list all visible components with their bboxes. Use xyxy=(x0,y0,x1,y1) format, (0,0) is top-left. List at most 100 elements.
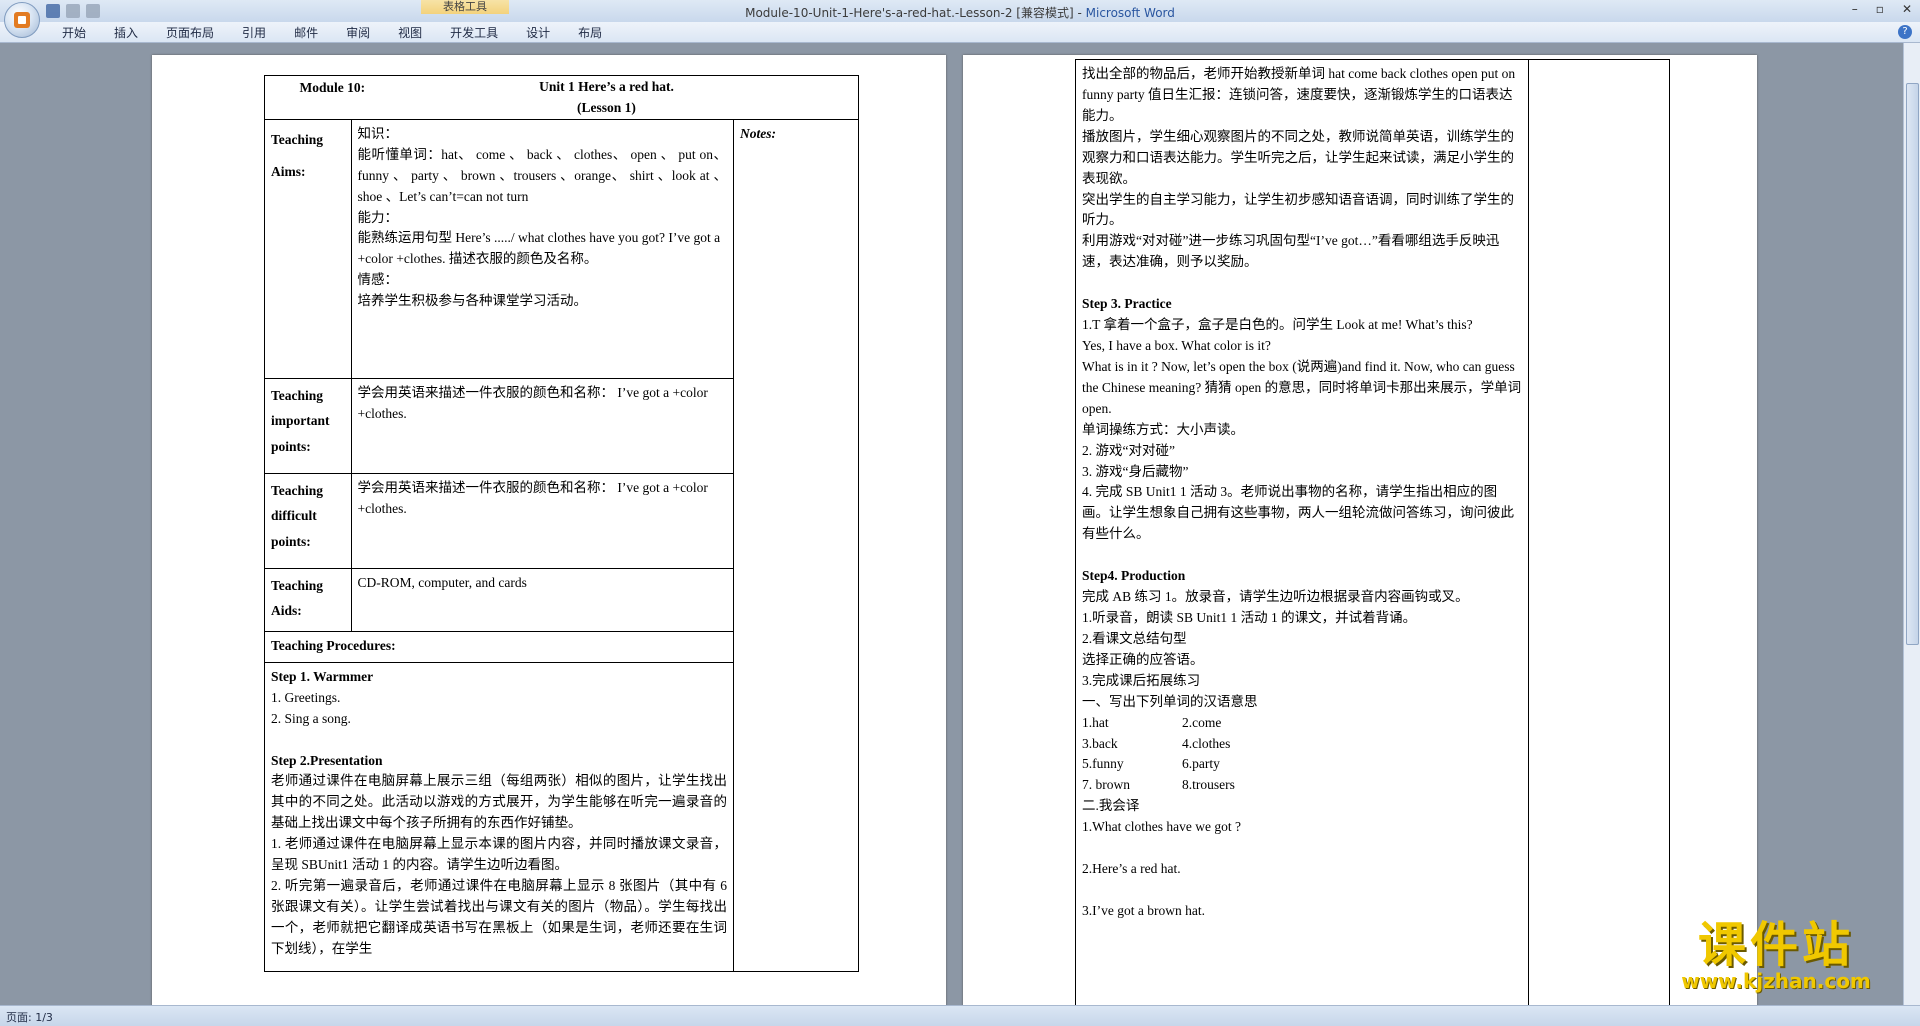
procedure-content-cell[interactable]: 找出全部的物品后，老师开始教授新单词 hat come back clothes… xyxy=(1075,59,1529,1005)
step-line: What is in it ? Now, let’s open the box … xyxy=(1082,358,1522,416)
row-content-cell[interactable]: 学会用英语来描述一件衣服的颜色和名称： I’ve got a +color +c… xyxy=(350,472,734,569)
row-label-cell[interactable]: Teaching important points: xyxy=(264,377,352,474)
step-title: Step 2.Presentation xyxy=(271,752,383,768)
row-label: Teaching Aids: xyxy=(271,577,324,619)
step-line: 2. 听完第一遍录音后，老师通过课件在电脑屏幕上显示 8 张图片（其中有 6 张… xyxy=(271,878,727,956)
vocab-item: 1.hat xyxy=(1082,714,1109,730)
document-name: Module-10-Unit-1-Here's-a-red-hat.-Lesso… xyxy=(745,6,1086,20)
header-cell[interactable]: Module 10: Unit 1 Here’s a red hat. (Les… xyxy=(264,75,859,120)
vertical-scrollbar[interactable] xyxy=(1903,43,1920,1005)
help-icon[interactable]: ? xyxy=(1898,25,1912,39)
redo-icon[interactable] xyxy=(86,4,100,18)
step-item: 2. Sing a song. xyxy=(271,710,351,726)
step-line: 1.T 拿着一个盒子，盒子是白色的。问学生 Look at me! What’s… xyxy=(1082,317,1473,333)
aims-line: 情感： xyxy=(357,272,399,288)
step-line: 2.看课文总结句型 xyxy=(1082,630,1187,646)
quick-access-toolbar xyxy=(46,3,100,19)
tab-design[interactable]: 设计 xyxy=(512,24,564,41)
window-controls: – ▫ ✕ xyxy=(1852,2,1912,16)
page-count[interactable]: 页面: 1/3 xyxy=(6,1009,53,1025)
step-line: 利用游戏“对对碰”进一步练习巩固句型“I’ve got…”看看哪组选手反映迅速，… xyxy=(1082,233,1500,270)
vocab-item: 6.party xyxy=(1182,756,1220,772)
step-item: 1. Greetings. xyxy=(271,689,341,705)
table-row: Module 10: Unit 1 Here’s a red hat. (Les… xyxy=(264,75,859,120)
translate-item: 2.Here’s a red hat. xyxy=(1082,861,1181,877)
page-1: Module 10: Unit 1 Here’s a red hat. (Les… xyxy=(152,55,946,1005)
steps-cell[interactable]: Step 1. Warmmer 1. Greetings. 2. Sing a … xyxy=(264,661,734,972)
status-bar: 页面: 1/3 xyxy=(0,1005,1920,1026)
vocab-item: 3.back xyxy=(1082,735,1118,751)
aims-line: 能力： xyxy=(357,209,399,225)
lesson-plan-table-continued: 找出全部的物品后，老师开始教授新单词 hat come back clothes… xyxy=(1075,59,1671,1005)
tab-view[interactable]: 视图 xyxy=(384,24,436,41)
step-title: Step 3. Practice xyxy=(1082,296,1172,312)
tab-developer[interactable]: 开发工具 xyxy=(436,24,512,41)
window-title: Module-10-Unit-1-Here's-a-red-hat.-Lesso… xyxy=(0,4,1920,21)
watermark-text: 课件站 xyxy=(1697,917,1854,973)
step-line: 突出学生的自主学习能力，让学生初步感知语音语调，同时训练了学生的听力。 xyxy=(1082,191,1514,228)
row-content-cell[interactable]: 学会用英语来描述一件衣服的颜色和名称： I’ve got a +color +c… xyxy=(350,377,734,474)
step-line: 4. 完成 SB Unit1 1 活动 3。老师说出事物的名称，请学生指出相应的… xyxy=(1082,484,1514,542)
row-label: Teaching important points: xyxy=(271,387,330,455)
title-bar: Module-10-Unit-1-Here's-a-red-hat.-Lesso… xyxy=(0,0,1920,22)
step-line: 找出全部的物品后，老师开始教授新单词 hat come back clothes… xyxy=(1082,66,1516,123)
table-tools-context-label: 表格工具 xyxy=(421,0,509,14)
tab-references[interactable]: 引用 xyxy=(228,24,280,41)
tab-page-layout[interactable]: 页面布局 xyxy=(152,24,228,41)
row-content-cell[interactable]: 知识： 能听懂单词：hat、 come 、 back 、 clothes、 op… xyxy=(350,118,734,379)
close-button[interactable]: ✕ xyxy=(1902,2,1912,16)
row-content-cell[interactable]: CD-ROM, computer, and cards xyxy=(350,567,734,632)
step-line: 1.听录音，朗读 SB Unit1 1 活动 1 的课文，并试着背诵。 xyxy=(1082,609,1417,625)
step-line: 选择正确的应答语。 xyxy=(1082,651,1204,667)
aids-text: CD-ROM, computer, and cards xyxy=(357,574,527,590)
aims-line: 培养学生积极参与各种课堂学习活动。 xyxy=(357,293,588,309)
step-title: Step4. Production xyxy=(1082,568,1186,584)
aims-line: 知识： xyxy=(357,125,399,141)
tab-review[interactable]: 审阅 xyxy=(332,24,384,41)
page-2: 找出全部的物品后，老师开始教授新单词 hat come back clothes… xyxy=(963,55,1757,1005)
procedures-label: Teaching Procedures: xyxy=(271,637,396,653)
step-line: 完成 AB 练习 1。放录音，请学生边听边根据录音内容画钩或叉。 xyxy=(1082,589,1469,605)
minimize-button[interactable]: – xyxy=(1852,2,1858,16)
translate-item: 3.I’ve got a brown hat. xyxy=(1082,902,1205,918)
tab-layout[interactable]: 布局 xyxy=(564,24,616,41)
step-line: 2. 游戏“对对碰” xyxy=(1082,442,1175,458)
notes-cell[interactable]: Notes: xyxy=(732,118,860,972)
row-label-cell[interactable]: Teaching Aids: xyxy=(264,567,352,632)
translate-item: 1.What clothes have we got ? xyxy=(1082,819,1241,835)
step-line: 3. 游戏“身后藏物” xyxy=(1082,463,1189,479)
step-line: 3.完成课后拓展练习 xyxy=(1082,672,1201,688)
tab-mailings[interactable]: 邮件 xyxy=(280,24,332,41)
site-watermark: 课件站 www.kjzhan.com xyxy=(1656,905,1896,993)
tab-insert[interactable]: 插入 xyxy=(100,24,152,41)
watermark-url: www.kjzhan.com xyxy=(1681,969,1871,993)
ribbon-tabs: 开始 插入 页面布局 引用 邮件 审阅 视图 开发工具 设计 布局 xyxy=(48,24,616,41)
scrollbar-thumb[interactable] xyxy=(1906,83,1919,645)
step-line: Yes, I have a box. What color is it? xyxy=(1082,337,1271,353)
vocab-item: 7. brown xyxy=(1082,777,1130,793)
maximize-button[interactable]: ▫ xyxy=(1876,2,1884,16)
lesson-plan-table: Module 10: Unit 1 Here’s a red hat. (Les… xyxy=(264,75,860,972)
office-button[interactable] xyxy=(4,2,40,38)
vocab-item: 5.funny xyxy=(1082,756,1124,772)
save-icon[interactable] xyxy=(46,4,60,18)
row-label-cell[interactable]: Teaching Aims: xyxy=(264,118,352,379)
difficult-points-text: 学会用英语来描述一件衣服的颜色和名称： I’ve got a +color +c… xyxy=(357,479,708,516)
table-row: 找出全部的物品后，老师开始教授新单词 hat come back clothes… xyxy=(1075,59,1671,1005)
step-line: 1. 老师通过课件在电脑屏幕上显示本课的图片内容，并同时播放课文录音，呈现 SB… xyxy=(271,836,727,873)
tab-home[interactable]: 开始 xyxy=(48,24,100,41)
ribbon: 开始 插入 页面布局 引用 邮件 审阅 视图 开发工具 设计 布局 ? xyxy=(0,22,1920,43)
app-name: Microsoft Word xyxy=(1085,6,1175,20)
notes-cell[interactable] xyxy=(1527,59,1671,1005)
vocab-item: 4.clothes xyxy=(1182,735,1231,751)
step-line: 一、写出下列单词的汉语意思 xyxy=(1082,693,1258,709)
important-points-text: 学会用英语来描述一件衣服的颜色和名称： I’ve got a +color +c… xyxy=(357,384,708,421)
row-label-cell[interactable]: Teaching difficult points: xyxy=(264,472,352,569)
row-label: Teaching difficult points: xyxy=(271,482,324,550)
row-label: Teaching Aims: xyxy=(271,131,324,180)
procedures-cell[interactable]: Teaching Procedures: xyxy=(264,630,734,663)
undo-icon[interactable] xyxy=(66,4,80,18)
notes-label: Notes: xyxy=(739,125,776,141)
module-title: Module 10: xyxy=(299,79,366,95)
step-line: 单词操练方式：大小声读。 xyxy=(1082,421,1244,437)
